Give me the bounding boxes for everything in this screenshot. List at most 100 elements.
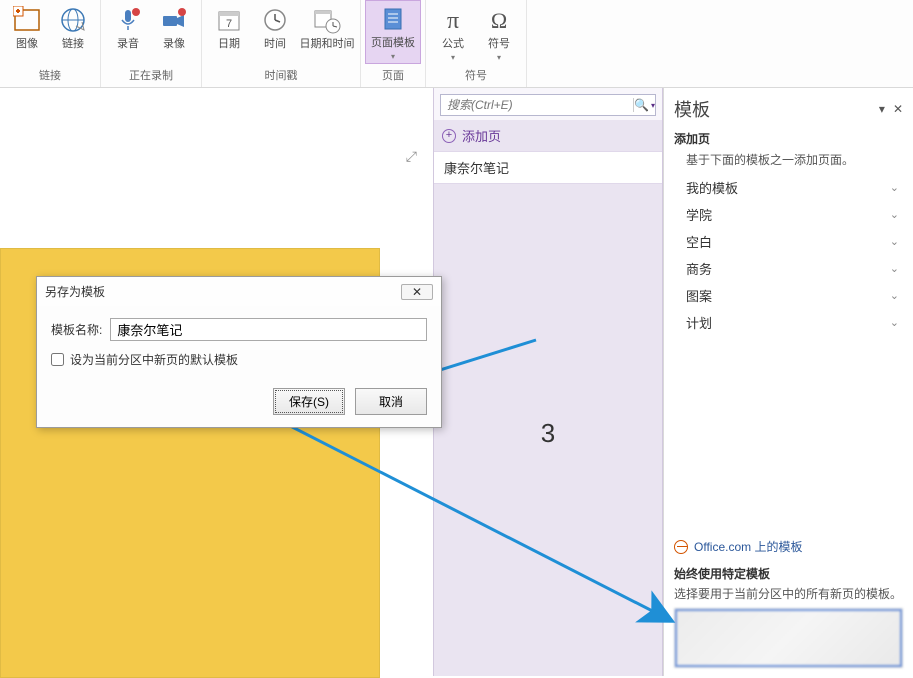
link-icon: [57, 4, 89, 36]
ribbon-group-label-recording: 正在录制: [129, 65, 173, 85]
omega-icon: Ω: [483, 4, 515, 36]
save-button[interactable]: 保存(S): [273, 388, 345, 415]
chevron-down-icon: ▾: [651, 101, 655, 110]
image-icon: [11, 4, 43, 36]
pane-close-icon[interactable]: ✕: [893, 102, 903, 116]
link-button[interactable]: 链接: [50, 0, 96, 64]
templates-default-desc: 选择要用于当前分区中的所有新页的模板。: [674, 586, 903, 602]
templates-subtitle: 添加页: [674, 130, 903, 147]
chevron-down-icon: ▾: [451, 51, 455, 64]
template-category-label: 计划: [686, 313, 712, 332]
save-as-template-dialog: 另存为模板 ✕ 模板名称: 设为当前分区中新页的默认模板 保存(S) 取消: [36, 276, 442, 428]
dialog-close-button[interactable]: ✕: [401, 284, 433, 300]
templates-default-selector[interactable]: [674, 608, 903, 668]
link-button-label: 链接: [62, 38, 84, 51]
search-button[interactable]: 🔍▾: [633, 98, 655, 112]
template-category-planners[interactable]: 计划 ⌄: [674, 309, 903, 336]
chevron-down-icon: ⌄: [890, 181, 899, 194]
ribbon-group-page: 页面模板 ▾ 页面: [361, 0, 426, 87]
pages-panel: 🔍▾ + 添加页 康奈尔笔记 3: [433, 88, 663, 676]
equation-button-label: 公式: [442, 38, 464, 51]
template-category-blank[interactable]: 空白 ⌄: [674, 228, 903, 255]
time-button[interactable]: 时间: [252, 0, 298, 64]
templates-pane-title: 模板: [674, 96, 710, 122]
clock-icon: [259, 4, 291, 36]
record-video-button[interactable]: 录像: [151, 0, 197, 64]
time-button-label: 时间: [264, 38, 286, 51]
pi-icon: π: [437, 4, 469, 36]
template-category-my[interactable]: 我的模板 ⌄: [674, 174, 903, 201]
datetime-button-label: 日期和时间: [300, 38, 355, 51]
ribbon-group-label-symbols: 符号: [465, 65, 487, 85]
image-button[interactable]: 图像: [4, 0, 50, 64]
templates-pane: 模板 ▾ ✕ 添加页 基于下面的模板之一添加页面。 我的模板 ⌄ 学院 ⌄ 空白 ⌄ …: [663, 88, 913, 676]
ribbon-group-links: 图像 链接 链接: [0, 0, 101, 87]
template-category-label: 图案: [686, 286, 712, 305]
ribbon-group-recording: 录音 录像 正在录制: [101, 0, 202, 87]
symbol-button[interactable]: Ω 符号 ▾: [476, 0, 522, 64]
ribbon-group-label-timestamp: 时间戳: [265, 65, 298, 85]
office-link-label: Office.com 上的模板: [694, 538, 802, 555]
datetime-button[interactable]: 日期和时间: [298, 0, 356, 64]
add-page-button[interactable]: + 添加页: [434, 120, 662, 151]
templates-default-title: 始终使用特定模板: [674, 565, 903, 582]
ribbon-group-label-page: 页面: [382, 65, 404, 85]
chevron-down-icon: ▾: [391, 50, 395, 63]
templates-hint: 基于下面的模板之一添加页面。: [686, 151, 903, 168]
set-default-checkbox[interactable]: [51, 353, 64, 366]
template-category-list: 我的模板 ⌄ 学院 ⌄ 空白 ⌄ 商务⌄ 图案 ⌄ 计划 ⌄: [674, 174, 903, 336]
record-video-label: 录像: [163, 38, 185, 51]
page-template-label: 页面模板: [371, 37, 415, 50]
cancel-button[interactable]: 取消: [355, 388, 427, 415]
svg-text:Ω: Ω: [491, 8, 507, 33]
annotation-number: 3: [434, 418, 662, 449]
expand-icon[interactable]: ⤢: [406, 148, 417, 165]
cancel-button-label: 取消: [379, 395, 403, 409]
page-template-button[interactable]: 页面模板 ▾: [365, 0, 421, 64]
template-name-label: 模板名称:: [51, 321, 102, 338]
ribbon-group-label-links: 链接: [39, 65, 61, 85]
template-category-business[interactable]: 商务⌄: [674, 255, 903, 282]
dialog-titlebar[interactable]: 另存为模板 ✕: [37, 277, 441, 306]
calendar-clock-icon: [311, 4, 343, 36]
template-category-label: 商务: [686, 259, 712, 278]
globe-icon: [674, 540, 688, 554]
symbol-button-label: 符号: [488, 38, 510, 51]
page-template-icon: [377, 5, 409, 35]
svg-text:7: 7: [226, 18, 232, 30]
pane-dropdown-icon[interactable]: ▾: [879, 102, 885, 116]
plus-circle-icon: +: [442, 129, 456, 143]
search-row: 🔍▾: [434, 88, 662, 120]
add-page-label: 添加页: [462, 126, 501, 145]
chevron-down-icon: ▾: [497, 51, 501, 64]
office-templates-link[interactable]: Office.com 上的模板: [674, 388, 903, 555]
calendar-date-icon: 7: [213, 4, 245, 36]
templates-default-block: 始终使用特定模板 选择要用于当前分区中的所有新页的模板。: [674, 565, 903, 668]
ribbon-group-timestamp: 7 日期 时间 日期和时间 时间戳: [202, 0, 361, 87]
image-button-label: 图像: [16, 38, 38, 51]
record-audio-label: 录音: [117, 38, 139, 51]
record-audio-button[interactable]: 录音: [105, 0, 151, 64]
set-default-checkbox-label: 设为当前分区中新页的默认模板: [70, 351, 238, 368]
template-category-label: 我的模板: [686, 178, 738, 197]
chevron-down-icon: ⌄: [890, 208, 899, 221]
chevron-down-icon: ⌄: [890, 235, 899, 248]
ribbon: 图像 链接 链接 录音 录像: [0, 0, 913, 88]
template-category-designs[interactable]: 图案 ⌄: [674, 282, 903, 309]
microphone-icon: [112, 4, 144, 36]
chevron-down-icon: ⌄: [890, 316, 899, 329]
ribbon-group-symbols: π 公式 ▾ Ω 符号 ▾ 符号: [426, 0, 527, 87]
template-category-label: 学院: [686, 205, 712, 224]
template-name-input[interactable]: [110, 318, 427, 341]
search-input[interactable]: [441, 98, 633, 112]
date-button[interactable]: 7 日期: [206, 0, 252, 64]
chevron-down-icon: ⌄: [890, 289, 899, 302]
date-button-label: 日期: [218, 38, 240, 51]
template-category-label: 空白: [686, 232, 712, 251]
camcorder-icon: [158, 4, 190, 36]
search-wrap: 🔍▾: [440, 94, 656, 116]
equation-button[interactable]: π 公式 ▾: [430, 0, 476, 64]
page-list-item[interactable]: 康奈尔笔记: [434, 151, 662, 184]
template-category-academic[interactable]: 学院 ⌄: [674, 201, 903, 228]
magnifier-icon: 🔍: [634, 98, 649, 112]
